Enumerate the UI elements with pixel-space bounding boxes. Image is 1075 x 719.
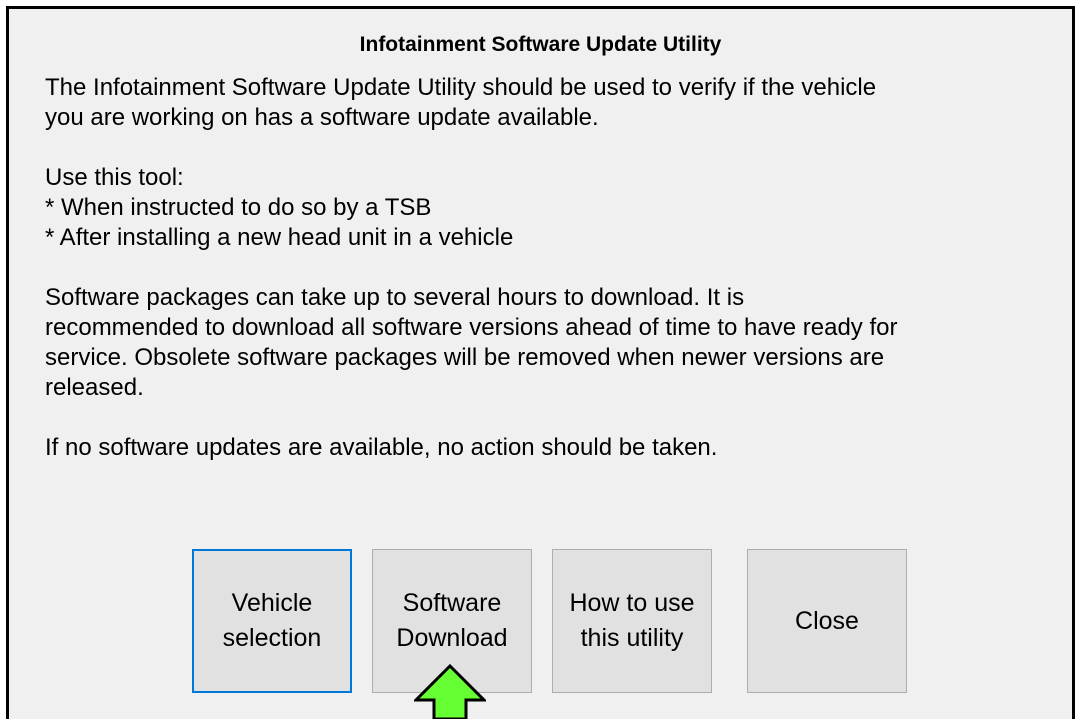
vehicle-selection-label-line-2: selection [222,624,322,652]
no-updates-note: If no software updates are available, no… [45,434,718,461]
vehicle-selection-label-line-1: Vehicle [231,589,313,617]
close-button[interactable]: Close [747,549,907,693]
close-label: Close [795,606,859,635]
update-utility-dialog: Infotainment Software Update Utility The… [6,6,1075,719]
usage-item-head-unit: * After installing a new head unit in a … [45,224,514,251]
usage-item-tsb: * When instructed to do so by a TSB [45,194,432,221]
how-to-use-label-line-1: How to use [569,589,695,617]
download-note-line-1: Software packages can take up to several… [45,284,745,311]
vehicle-selection-button[interactable]: Vehicle selection [192,549,352,693]
download-note-line-2: recommended to download all software ver… [45,314,898,341]
software-download-label-line-2: Download [396,624,508,652]
download-note-line-3: service. Obsolete software packages will… [45,344,885,371]
how-to-use-label-line-2: this utility [580,624,684,652]
download-note-line-4: released. [45,374,144,401]
intro-line-1: The Infotainment Software Update Utility… [45,74,877,101]
how-to-use-button[interactable]: How to use this utility [552,549,712,693]
green-up-arrow-icon [414,664,486,719]
software-download-label-line-1: Software [402,589,502,617]
dialog-message: The Infotainment Software Update Utility… [45,73,1045,463]
intro-line-2: you are working on has a software update… [45,104,599,131]
dialog-title: Infotainment Software Update Utility [359,33,722,56]
usage-heading: Use this tool: [45,164,184,191]
